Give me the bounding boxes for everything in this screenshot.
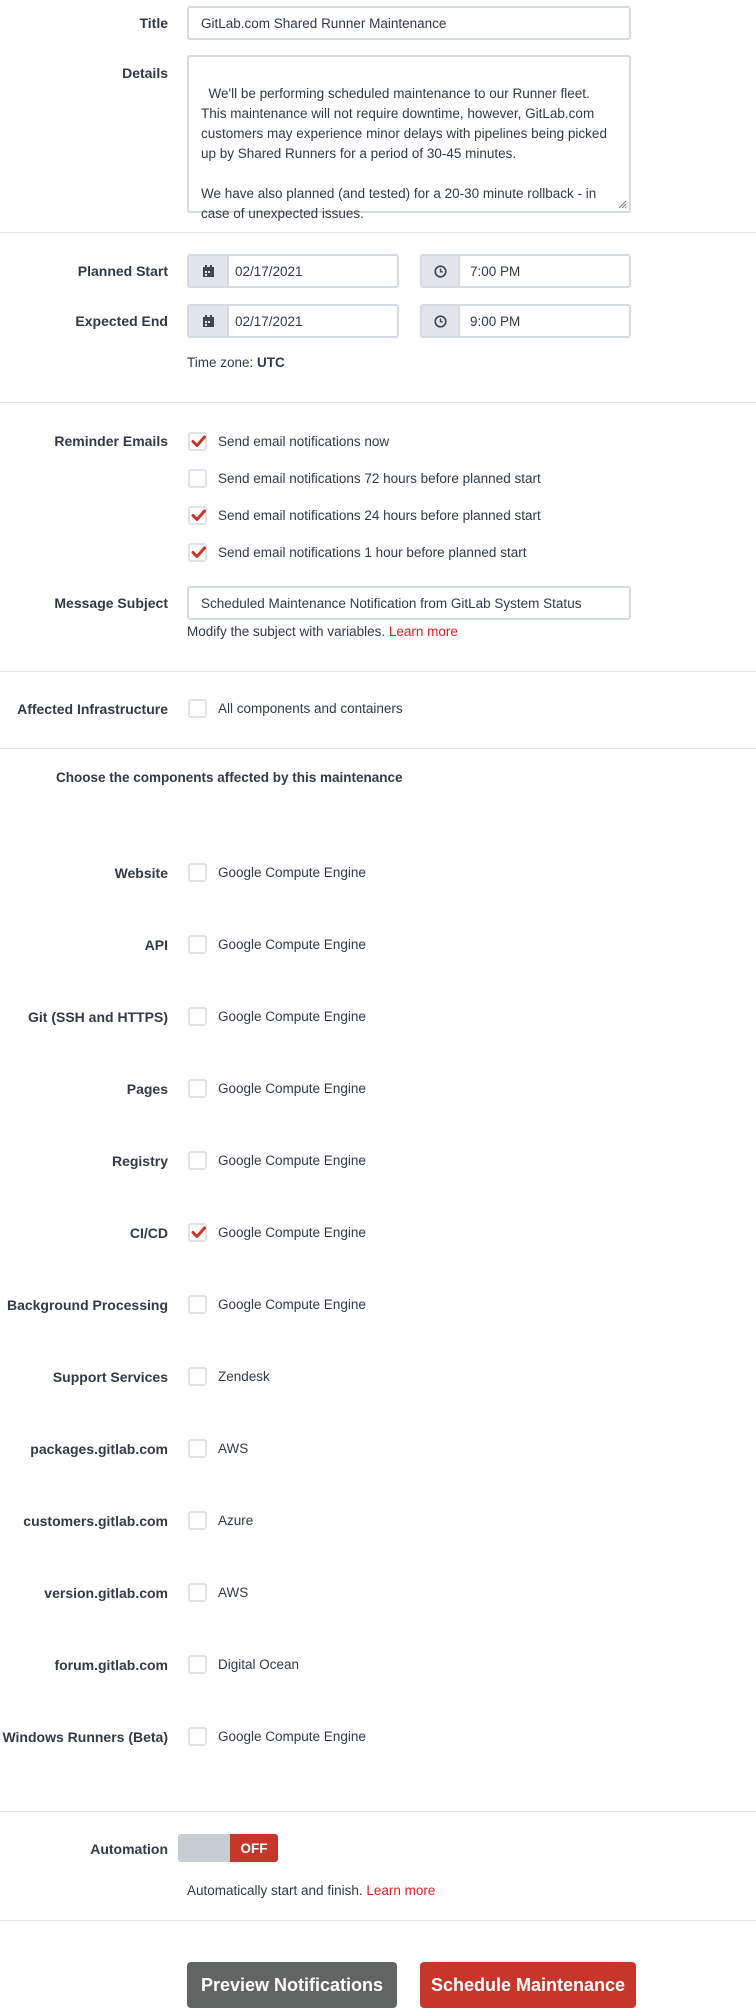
component-name: packages.gitlab.com <box>30 1441 168 1457</box>
component-name: Windows Runners (Beta) <box>2 1729 168 1745</box>
component-checkbox[interactable] <box>188 863 207 882</box>
component-checkbox[interactable] <box>188 1511 207 1530</box>
expected-end-time-input[interactable]: 9:00 PM <box>458 304 631 338</box>
toggle-state: OFF <box>230 1834 278 1862</box>
timezone-prefix: Time zone: <box>187 355 254 370</box>
component-name: Support Services <box>52 1369 168 1385</box>
reminder-checkbox[interactable] <box>188 543 207 562</box>
planned-start-date-input[interactable]: 02/17/2021 <box>227 254 399 288</box>
component-checkbox[interactable] <box>188 1655 207 1674</box>
component-checkbox[interactable] <box>188 1079 207 1098</box>
divider <box>0 671 756 672</box>
component-name: version.gitlab.com <box>44 1585 168 1601</box>
components-heading: Choose the components affected by this m… <box>56 770 403 785</box>
component-provider: Google Compute Engine <box>218 1009 366 1024</box>
all-components-label: All components and containers <box>218 701 403 716</box>
component-name: Registry <box>111 1153 168 1169</box>
details-textarea[interactable]: We'll be performing scheduled maintenanc… <box>187 55 631 221</box>
component-provider: Google Compute Engine <box>218 1297 366 1312</box>
expected-end-date-input[interactable]: 02/17/2021 <box>227 304 399 338</box>
toggle-track <box>178 1834 230 1862</box>
component-name: forum.gitlab.com <box>54 1657 168 1673</box>
component-provider: Google Compute Engine <box>218 865 366 880</box>
expected-end-label: Expected End <box>75 313 168 329</box>
clock-icon <box>433 314 447 328</box>
component-checkbox[interactable] <box>188 1007 207 1026</box>
planned-start-date-addon <box>187 254 227 288</box>
component-checkbox[interactable] <box>188 1727 207 1746</box>
component-provider: Digital Ocean <box>218 1657 300 1672</box>
planned-start-time-addon <box>420 254 458 288</box>
resize-handle-icon[interactable] <box>617 199 627 209</box>
component-name: CI/CD <box>129 1225 168 1241</box>
preview-notifications-button[interactable]: Preview Notifications <box>187 1962 397 2008</box>
planned-start-label: Planned Start <box>77 263 168 279</box>
automation-toggle[interactable]: OFF <box>178 1834 278 1862</box>
component-name: Git (SSH and HTTPS) <box>28 1009 168 1025</box>
clock-icon <box>433 264 447 278</box>
component-provider: AWS <box>218 1585 249 1600</box>
divider <box>0 1920 756 1921</box>
component-checkbox[interactable] <box>188 1439 207 1458</box>
component-provider: Zendesk <box>218 1369 270 1384</box>
automation-help: Automatically start and finish. Learn mo… <box>187 1883 435 1898</box>
component-checkbox[interactable] <box>188 935 207 954</box>
reminder-option-label: Send email notifications 24 hours before… <box>218 508 541 523</box>
message-subject-input[interactable]: Scheduled Maintenance Notification from … <box>187 586 631 620</box>
component-name: Background Processing <box>6 1297 168 1313</box>
component-provider: AWS <box>218 1441 249 1456</box>
schedule-maintenance-button[interactable]: Schedule Maintenance <box>420 1962 636 2008</box>
component-checkbox[interactable] <box>188 1367 207 1386</box>
all-components-checkbox[interactable] <box>188 699 207 718</box>
divider <box>0 748 756 749</box>
reminder-option-label: Send email notifications now <box>218 434 390 449</box>
component-checkbox[interactable] <box>188 1151 207 1170</box>
component-provider: Azure <box>218 1513 254 1528</box>
details-text: We'll be performing scheduled maintenanc… <box>201 86 607 221</box>
title-input[interactable]: GitLab.com Shared Runner Maintenance <box>187 6 631 40</box>
affected-infrastructure-label: Affected Infrastructure <box>17 701 168 717</box>
component-provider: Google Compute Engine <box>218 937 366 952</box>
automation-learn-more-link[interactable]: Learn more <box>366 1883 435 1898</box>
title-label: Title <box>139 15 168 31</box>
divider <box>0 1811 756 1812</box>
automation-label: Automation <box>90 1841 168 1857</box>
divider <box>0 232 756 233</box>
subject-help: Modify the subject with variables. Learn… <box>187 624 458 639</box>
calendar-icon <box>202 264 214 277</box>
component-name: Website <box>114 865 168 881</box>
subject-learn-more-link[interactable]: Learn more <box>389 624 458 639</box>
timezone-value: UTC <box>257 355 285 370</box>
checkmark-icon <box>191 546 206 558</box>
message-subject-label: Message Subject <box>54 595 168 611</box>
expected-end-time-addon <box>420 304 458 338</box>
reminder-emails-label: Reminder Emails <box>54 433 168 449</box>
automation-help-text: Automatically start and finish. <box>187 1883 363 1898</box>
checkmark-icon <box>191 435 206 447</box>
component-name: customers.gitlab.com <box>23 1513 168 1529</box>
reminder-checkbox[interactable] <box>188 506 207 525</box>
reminder-checkbox[interactable] <box>188 432 207 451</box>
checkmark-icon <box>191 1226 206 1238</box>
reminder-option-label: Send email notifications 1 hour before p… <box>218 545 527 560</box>
component-provider: Google Compute Engine <box>218 1729 366 1744</box>
checkmark-icon <box>191 509 206 521</box>
component-checkbox[interactable] <box>188 1583 207 1602</box>
divider <box>0 402 756 403</box>
component-name: API <box>144 937 168 953</box>
expected-end-date-addon <box>187 304 227 338</box>
reminder-checkbox[interactable] <box>188 469 207 488</box>
component-provider: Google Compute Engine <box>218 1225 366 1240</box>
details-label: Details <box>122 65 168 81</box>
timezone-note: Time zone: UTC <box>187 355 285 370</box>
subject-help-text: Modify the subject with variables. <box>187 624 386 639</box>
component-checkbox[interactable] <box>188 1223 207 1242</box>
component-provider: Google Compute Engine <box>218 1081 366 1096</box>
planned-start-time-input[interactable]: 7:00 PM <box>458 254 631 288</box>
component-checkbox[interactable] <box>188 1295 207 1314</box>
component-provider: Google Compute Engine <box>218 1153 366 1168</box>
component-name: Pages <box>126 1081 168 1097</box>
reminder-option-label: Send email notifications 72 hours before… <box>218 471 541 486</box>
calendar-icon <box>202 314 214 327</box>
